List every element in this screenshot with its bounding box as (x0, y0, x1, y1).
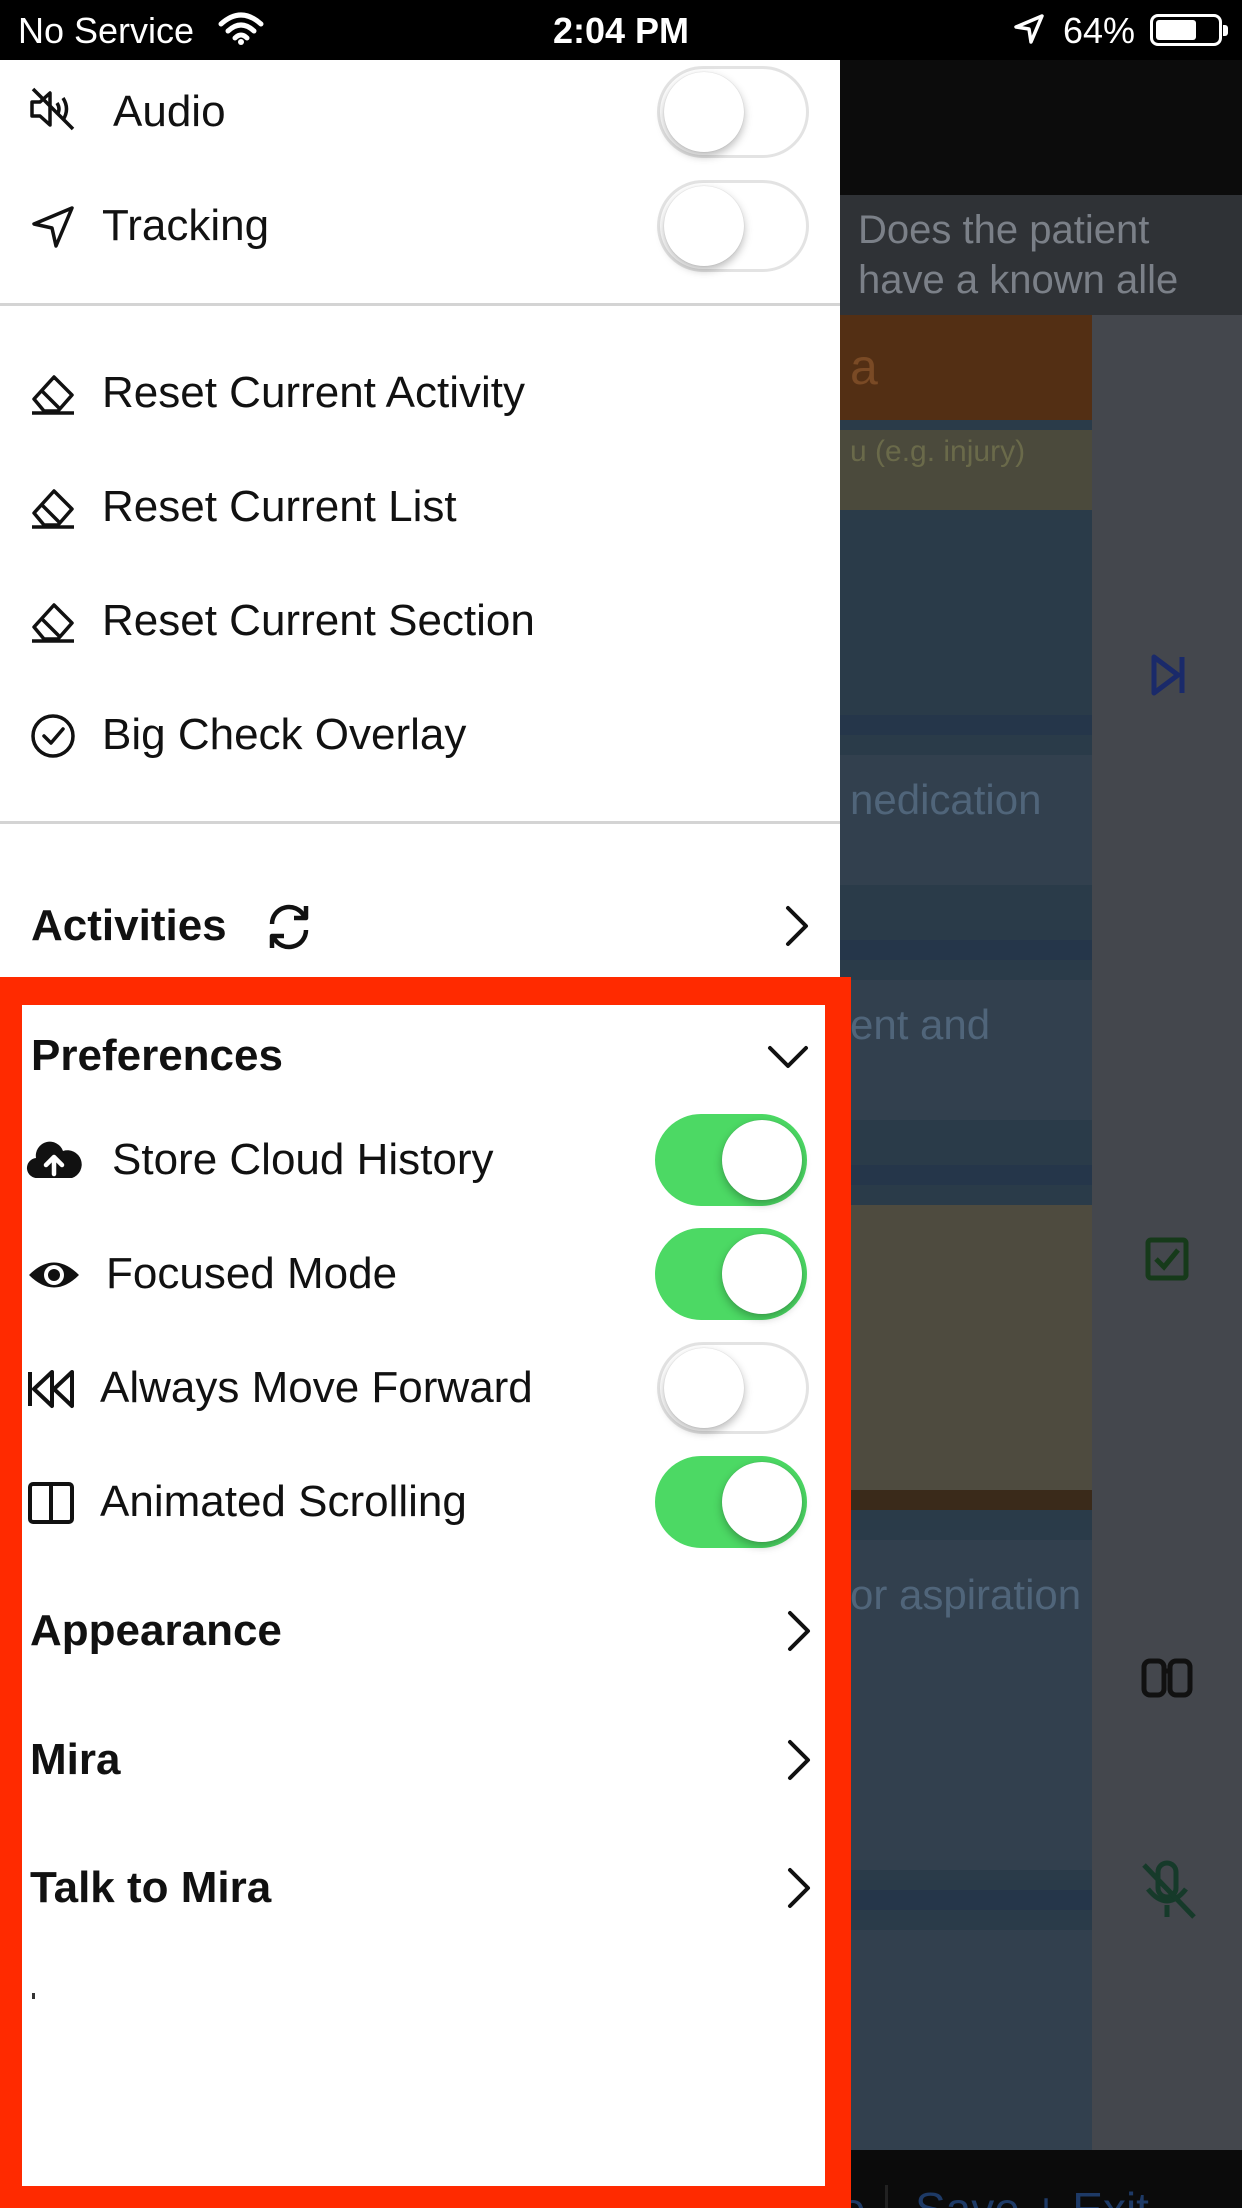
preferences-label: Preferences (31, 1031, 283, 1080)
chevron-right-icon (786, 906, 808, 946)
background-list: a u (e.g. injury) nedication ent and or … (840, 315, 1092, 2150)
background-footer-partial: e (840, 2150, 866, 2208)
always-move-forward-label: Always Move Forward (100, 1363, 533, 1412)
checkbox-icon (1145, 1237, 1189, 1281)
tracking-label: Tracking (102, 201, 270, 250)
chevron-right-icon (788, 1740, 810, 1780)
chevron-right-icon (788, 1611, 810, 1651)
background-footer: e Save + Exit (840, 2150, 1242, 2208)
focused-mode-label: Focused Mode (106, 1249, 398, 1298)
store-cloud-history-toggle[interactable] (655, 1114, 807, 1206)
audio-off-icon (30, 87, 75, 131)
background-app: Does the patient have a known alle a u (… (840, 60, 1242, 2208)
always-move-forward-row[interactable]: Always Move Forward (0, 1338, 840, 1438)
background-divider (840, 715, 1092, 735)
audio-toggle[interactable] (657, 66, 809, 158)
background-header (840, 60, 1242, 195)
eraser-icon (32, 489, 74, 529)
tracking-toggle[interactable] (657, 180, 809, 272)
activities-row[interactable]: Activities (0, 876, 840, 976)
section-divider (0, 821, 840, 824)
columns-icon (28, 1482, 74, 1524)
background-divider (840, 1165, 1092, 1185)
background-card: a (840, 315, 1092, 420)
background-question: Does the patient have a known alle (840, 195, 1242, 315)
background-footer-divider (885, 2185, 888, 2208)
clock: 2:04 PM (552, 10, 690, 51)
talk-to-mira-label: Talk to Mira (30, 1863, 272, 1912)
store-cloud-history-row[interactable]: Store Cloud History (0, 1110, 840, 1210)
battery-percent: 64% (1063, 10, 1136, 51)
background-card: u (e.g. injury) (840, 430, 1092, 510)
tracking-row[interactable]: Tracking (0, 176, 840, 276)
focused-mode-row[interactable]: Focused Mode (0, 1224, 840, 1324)
sync-icon[interactable] (262, 900, 316, 954)
animated-scrolling-row[interactable]: Animated Scrolling (0, 1452, 840, 1552)
check-circle-icon (31, 714, 75, 758)
rewind-icon (28, 1370, 74, 1408)
focused-mode-toggle[interactable] (655, 1228, 807, 1320)
reset-section-label: Reset Current Section (102, 596, 535, 645)
animated-scrolling-toggle[interactable] (655, 1456, 807, 1548)
background-rail (1092, 315, 1242, 2150)
background-card: or aspiration (840, 1540, 1092, 1870)
reset-list-button[interactable]: Reset Current List (0, 457, 840, 557)
battery-icon (1150, 14, 1228, 46)
location-arrow-icon (1014, 14, 1044, 44)
background-card: ent and (840, 980, 1092, 1120)
audio-label: Audio (113, 87, 226, 136)
activities-label: Activities (31, 901, 227, 950)
reset-list-label: Reset Current List (102, 482, 457, 531)
background-divider (840, 1890, 1092, 1910)
preferences-header[interactable]: Preferences (0, 1006, 840, 1106)
side-drawer: Audio Tracking Reset Current Activity Re… (0, 60, 840, 2208)
background-card: nedication (840, 755, 1092, 885)
background-divider (840, 940, 1092, 960)
always-move-forward-toggle[interactable] (657, 1342, 809, 1434)
save-exit-button[interactable]: Save + Exit (915, 2150, 1149, 2208)
background-card (840, 1930, 1092, 2150)
appearance-row[interactable]: Appearance (0, 1581, 840, 1681)
background-divider (840, 1490, 1092, 1510)
big-check-overlay-button[interactable]: Big Check Overlay (0, 685, 840, 785)
status-bar: No Service 2:04 PM 64% (0, 0, 1242, 60)
microphone-off-icon (1142, 1860, 1196, 1919)
chevron-down-icon (768, 1046, 808, 1068)
reset-activity-button[interactable]: Reset Current Activity (0, 343, 840, 443)
big-check-overlay-label: Big Check Overlay (102, 710, 467, 759)
cloud-upload-icon (26, 1141, 82, 1179)
talk-to-mira-row[interactable]: Talk to Mira (0, 1838, 840, 1938)
stray-mark (32, 1993, 35, 1999)
location-arrow-icon (32, 206, 74, 248)
eraser-icon (32, 375, 74, 415)
audio-row[interactable]: Audio (0, 62, 840, 162)
chevron-right-icon (788, 1868, 810, 1908)
background-card (840, 1205, 1092, 1490)
appearance-label: Appearance (30, 1606, 282, 1655)
animated-scrolling-label: Animated Scrolling (100, 1477, 467, 1526)
eraser-icon (32, 603, 74, 643)
reset-activity-label: Reset Current Activity (102, 368, 526, 417)
eye-icon (29, 1262, 79, 1288)
section-divider (0, 303, 840, 306)
store-cloud-history-label: Store Cloud History (112, 1135, 494, 1184)
binoculars-icon (1141, 1658, 1193, 1698)
mira-label: Mira (30, 1735, 121, 1784)
reset-section-button[interactable]: Reset Current Section (0, 571, 840, 671)
skip-forward-icon (1151, 654, 1185, 696)
mira-row[interactable]: Mira (0, 1710, 840, 1810)
